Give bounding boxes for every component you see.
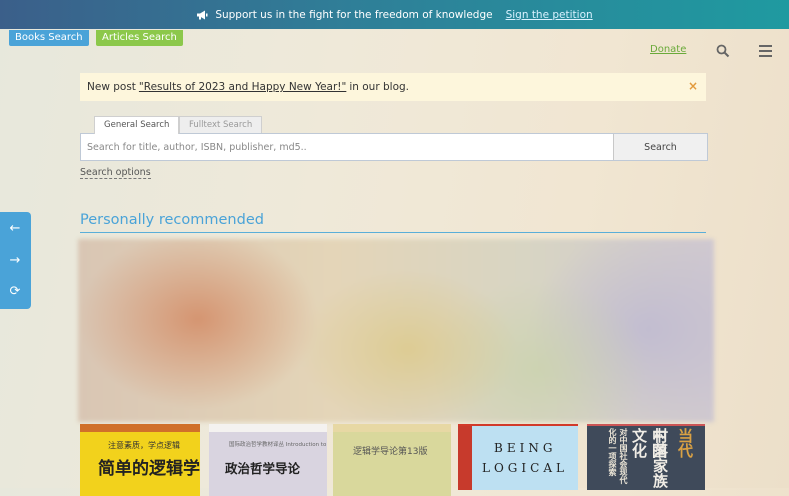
- book-cover[interactable]: 注意素质，学点逻辑 简单的逻辑学: [80, 424, 200, 496]
- blog-post-link[interactable]: "Results of 2023 and Happy New Year!": [139, 81, 346, 93]
- book-title: 当代: [676, 428, 694, 458]
- book-cover[interactable]: 国际政治哲学教材译丛 Introduction to Political Phi…: [209, 424, 327, 496]
- book-subtitle: 注意素质，学点逻辑: [108, 441, 180, 450]
- book-title: 村落家族文化: [630, 428, 669, 488]
- search-input[interactable]: [81, 134, 613, 160]
- close-icon[interactable]: ×: [688, 79, 698, 93]
- search-options-link[interactable]: Search options: [80, 167, 151, 179]
- books-search-tab[interactable]: Books Search: [9, 30, 89, 46]
- tab-fulltext-search[interactable]: Fulltext Search: [179, 116, 263, 134]
- book-title: 政治哲学导论: [225, 461, 301, 476]
- book-cover[interactable]: BEING LOGICAL: [458, 424, 578, 490]
- side-toolbar: ← → ⟳: [0, 212, 31, 309]
- notice-prefix: New post: [87, 81, 136, 93]
- donate-link[interactable]: Donate: [650, 44, 686, 55]
- book-title: BEING: [494, 441, 557, 455]
- section-divider: [80, 232, 706, 233]
- forward-arrow-icon[interactable]: →: [8, 254, 22, 268]
- megaphone-icon: [197, 10, 208, 19]
- tab-general-search[interactable]: General Search: [94, 116, 180, 134]
- book-spine: [458, 426, 472, 490]
- section-title: Personally recommended: [80, 212, 264, 228]
- book-title: LOGICAL: [482, 461, 568, 475]
- notice-suffix: in our blog.: [349, 81, 409, 93]
- blog-notice: New post "Results of 2023 and Happy New …: [80, 73, 706, 101]
- book-subtitle: 国际政治哲学教材译丛 Introduction to Political Phi…: [229, 442, 327, 448]
- book-subtitle: 对中国社会现代化的一项探索: [608, 428, 628, 484]
- book-title: 逻辑学导论第13版: [353, 447, 428, 457]
- recommended-carousel-backdrop: [78, 239, 714, 422]
- announcement-text: Support us in the fight for the freedom …: [215, 8, 493, 21]
- back-arrow-icon[interactable]: ←: [8, 222, 22, 236]
- refresh-icon[interactable]: ⟳: [8, 285, 22, 299]
- book-cover[interactable]: 当代 中国 村落家族文化 对中国社会现代化的一项探索: [587, 424, 705, 490]
- announcement-bar: Support us in the fight for the freedom …: [0, 0, 789, 29]
- book-cover[interactable]: 逻辑学导论第13版: [333, 424, 451, 496]
- sign-petition-link[interactable]: Sign the petition: [506, 9, 593, 21]
- articles-search-tab[interactable]: Articles Search: [96, 30, 183, 46]
- search-button[interactable]: Search: [613, 134, 707, 160]
- hamburger-menu-icon[interactable]: [759, 45, 772, 57]
- search-bar: Search: [80, 133, 708, 161]
- search-icon[interactable]: [716, 44, 730, 58]
- book-title: 简单的逻辑学: [98, 459, 200, 479]
